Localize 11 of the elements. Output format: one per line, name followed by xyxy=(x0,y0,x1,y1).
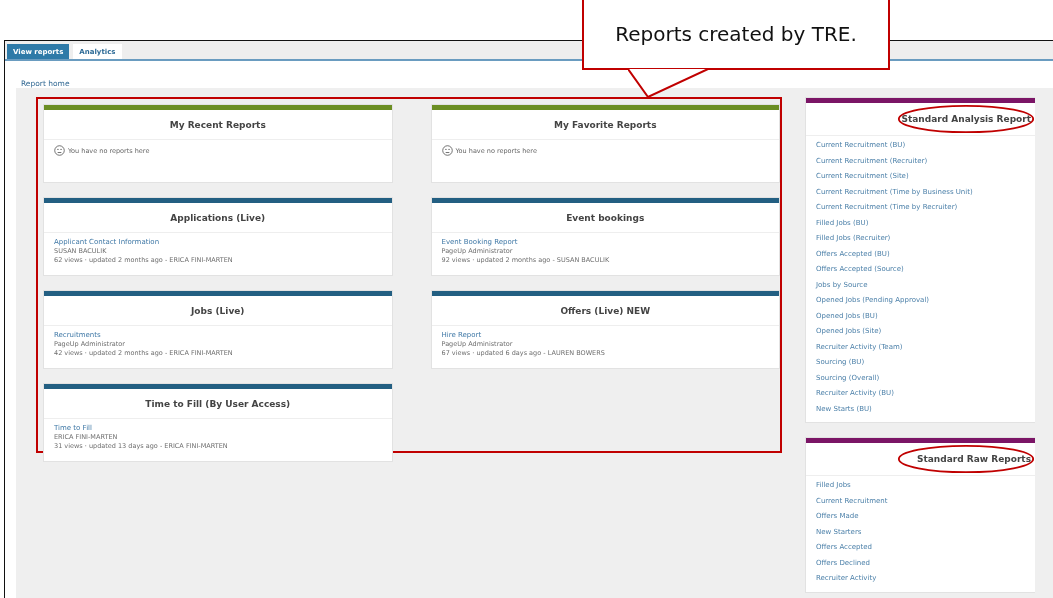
card-title: Applications (Live) xyxy=(170,212,266,223)
card-title: My Favorite Reports xyxy=(554,119,657,130)
neutral-face-icon xyxy=(54,145,65,156)
neutral-face-icon xyxy=(441,145,453,156)
card-title: Jobs (Live) xyxy=(191,305,245,316)
card-title: My Recent Reports xyxy=(169,119,266,130)
card-title: Standard Raw Reports xyxy=(917,454,1031,464)
card-title: Time to Fill (By User Access) xyxy=(145,398,291,409)
card-title: Offers (Live) NEW xyxy=(560,305,651,316)
card-title: Event bookings xyxy=(566,212,645,223)
card-title: Standard Analysis Report xyxy=(901,114,1031,124)
